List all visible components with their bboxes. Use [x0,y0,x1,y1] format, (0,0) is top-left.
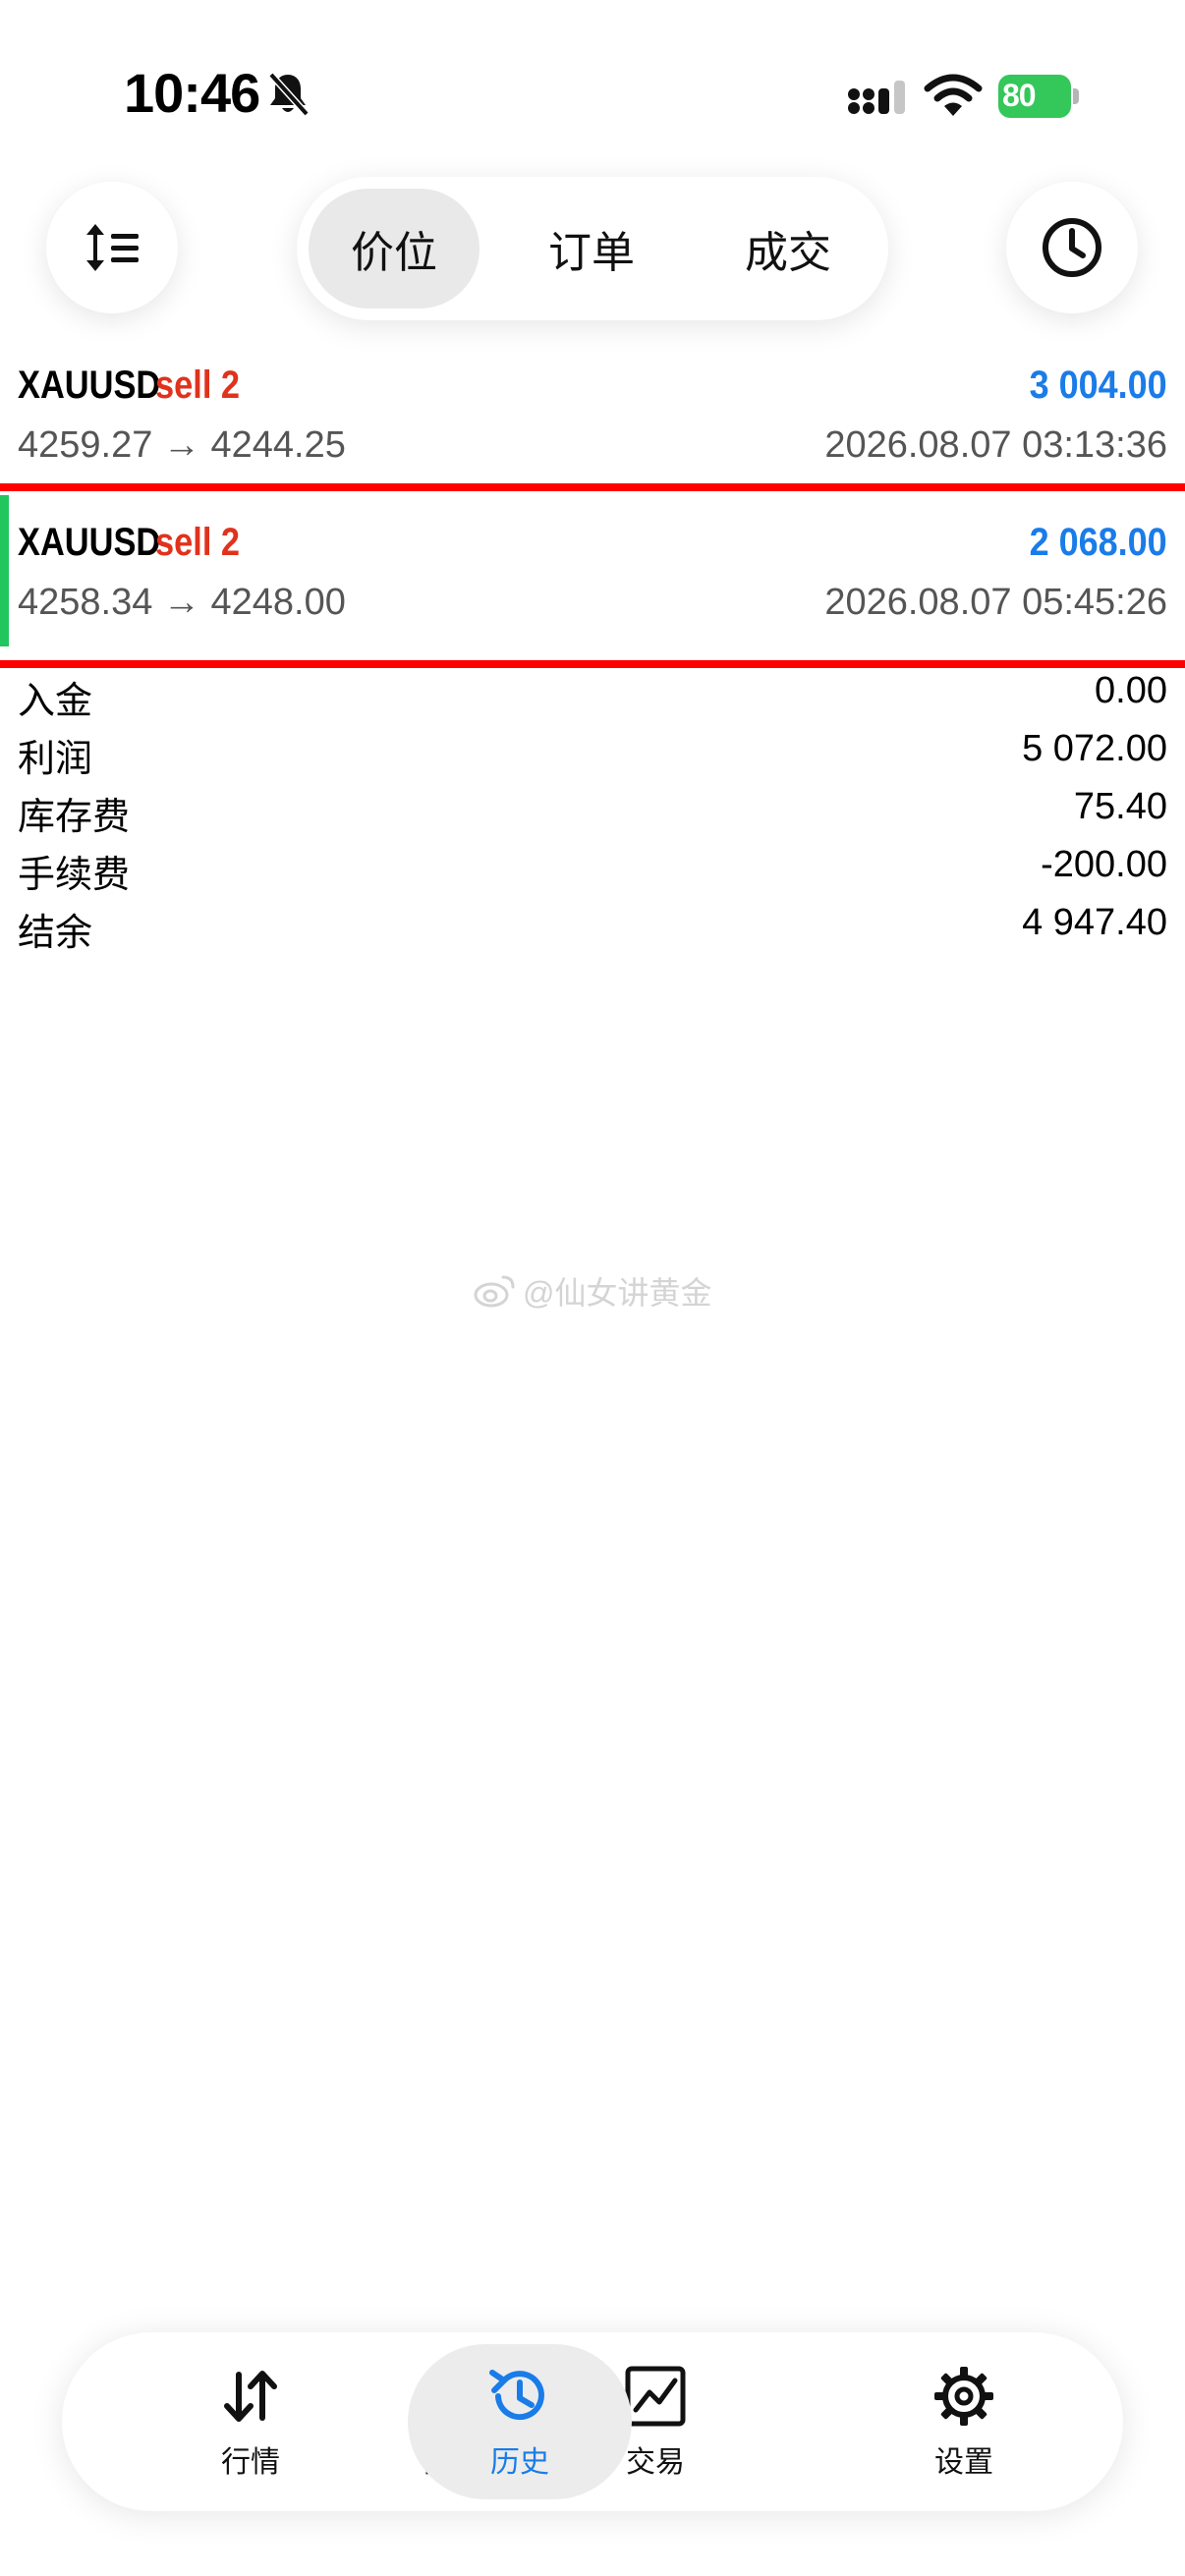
summary-label: 利润 [18,739,93,780]
battery-charging-icon: 80 [998,75,1081,118]
tab-positions-label: 价位 [351,229,437,277]
deal-profit: 3 004.00 [1029,364,1167,407]
clock-icon [1043,218,1101,277]
battery-level: 80 [1002,78,1037,113]
tab-deals[interactable]: 成交 [700,189,876,308]
status-time: 10:46 [124,62,260,124]
arrows-up-down-icon [224,2371,277,2422]
signal-icon [848,81,905,114]
gear-icon [934,2367,993,2426]
nav-label: 行情 [221,2446,280,2479]
bell-slash-icon [268,72,310,117]
bottom-tab-bar: 行情 图表 交易 历史 [62,2332,1123,2511]
tab-positions[interactable]: 价位 [309,189,480,308]
summary-commission: 手续费 -200.00 [0,838,1185,896]
summary-label: 结余 [18,913,93,954]
deal-datetime: 2026.08.07 03:13:36 [824,424,1167,466]
history-icon [489,2370,544,2421]
tab-orders[interactable]: 订单 [503,189,680,308]
sort-button[interactable] [46,182,178,313]
nav-quotes[interactable]: 行情 [139,2344,363,2499]
sort-icon [86,224,139,271]
deal-prices: 4259.27 → 4244.25 [18,424,346,466]
summary-label: 入金 [18,681,93,722]
deal-symbol: XAUUSD [18,521,161,564]
period-button[interactable] [1006,182,1138,313]
selected-indicator [0,495,9,646]
weibo-icon [474,1275,515,1308]
nav-settings[interactable]: 设置 [852,2344,1076,2499]
tab-orders-label: 订单 [548,229,635,277]
summary-label: 手续费 [18,855,131,896]
summary-label: 库存费 [18,797,131,838]
highlight-line [0,483,1185,491]
summary-value: 0.00 [1095,670,1167,711]
deal-prices: 4258.34 → 4248.00 [18,582,346,623]
deal-datetime: 2026.08.07 05:45:26 [824,582,1167,623]
deal-profit: 2 068.00 [1029,521,1167,564]
summary-profit: 利润 5 072.00 [0,722,1185,780]
status-bar: 10:46 80 [0,0,1185,187]
deal-symbol: XAUUSD [18,364,161,407]
summary-value: -200.00 [1041,844,1167,885]
trade-chart-icon [625,2366,686,2427]
deal-row[interactable]: XAUUSD sell 2 2 068.00 4258.34 → 4248.00… [0,491,1185,646]
deal-direction: sell 2 [155,364,241,407]
summary-deposit: 入金 0.00 [0,664,1185,722]
nav-history[interactable]: 历史 [408,2344,632,2499]
deal-row[interactable]: XAUUSD sell 2 3 004.00 4259.27 → 4244.25… [0,334,1185,485]
wifi-icon [924,74,983,116]
summary-value: 75.40 [1073,786,1167,827]
nav-label: 交易 [626,2446,685,2479]
summary-balance: 结余 4 947.40 [0,896,1185,954]
nav-label: 设置 [934,2446,993,2479]
watermark: @仙女讲黄金 [474,1269,712,1313]
summary-value: 4 947.40 [1022,902,1167,943]
tab-deals-label: 成交 [745,229,831,277]
summary-swap: 库存费 75.40 [0,780,1185,838]
nav-label: 历史 [490,2446,549,2479]
deal-direction: sell 2 [155,521,241,564]
summary-value: 5 072.00 [1022,728,1167,769]
view-segmented-control: 价位 订单 成交 [297,177,888,320]
watermark-text: @仙女讲黄金 [523,1275,712,1311]
